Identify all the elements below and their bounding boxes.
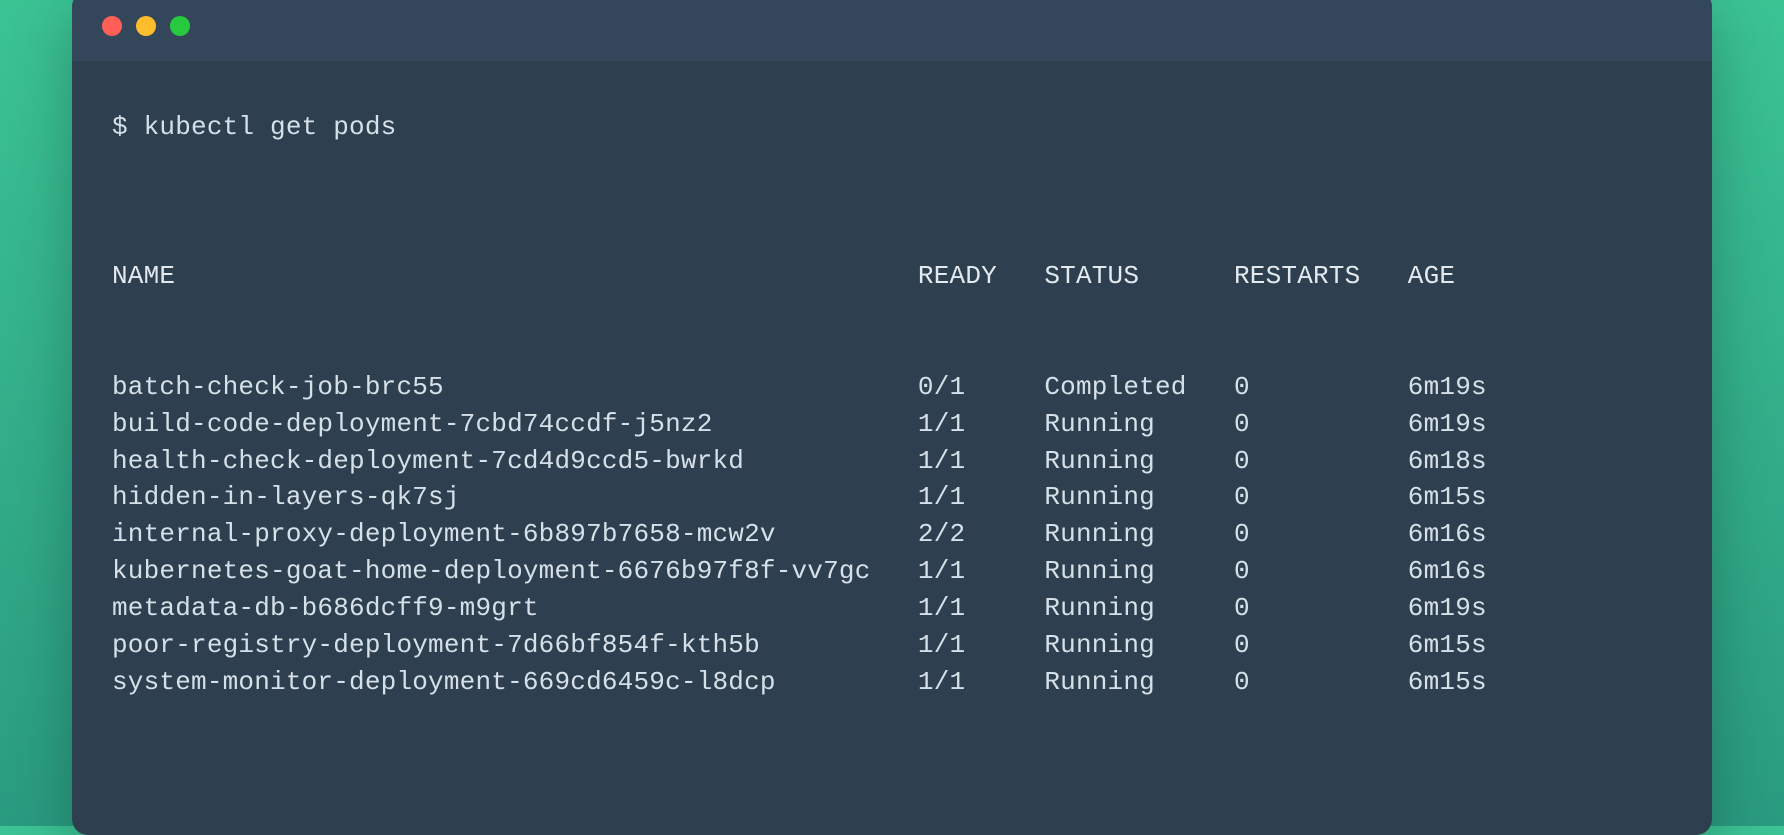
table-row: kubernetes-goat-home-deployment-6676b97f… [112,553,1672,590]
table-row: poor-registry-deployment-7d66bf854f-kth5… [112,627,1672,664]
command-text: kubectl get pods [144,112,397,142]
terminal-window: $ kubectl get pods NAME READY STATUS RES… [72,0,1712,835]
table-row: health-check-deployment-7cd4d9ccd5-bwrkd… [112,443,1672,480]
table-row: internal-proxy-deployment-6b897b7658-mcw… [112,516,1672,553]
table-row: build-code-deployment-7cbd74ccdf-j5nz2 1… [112,406,1672,443]
table-row: hidden-in-layers-qk7sj 1/1 Running 0 6m1… [112,479,1672,516]
table-row: system-monitor-deployment-669cd6459c-l8d… [112,664,1672,701]
output-table: NAME READY STATUS RESTARTS AGE batch-che… [112,184,1672,775]
prompt-symbol: $ [112,112,144,142]
table-row: batch-check-job-brc55 0/1 Completed 0 6m… [112,369,1672,406]
maximize-icon[interactable] [170,16,190,36]
table-row: metadata-db-b686dcff9-m9grt 1/1 Running … [112,590,1672,627]
terminal-body[interactable]: $ kubectl get pods NAME READY STATUS RES… [72,61,1712,834]
prompt-line: $ kubectl get pods [112,109,1672,146]
title-bar [72,0,1712,61]
minimize-icon[interactable] [136,16,156,36]
close-icon[interactable] [102,16,122,36]
table-header-row: NAME READY STATUS RESTARTS AGE [112,258,1672,295]
